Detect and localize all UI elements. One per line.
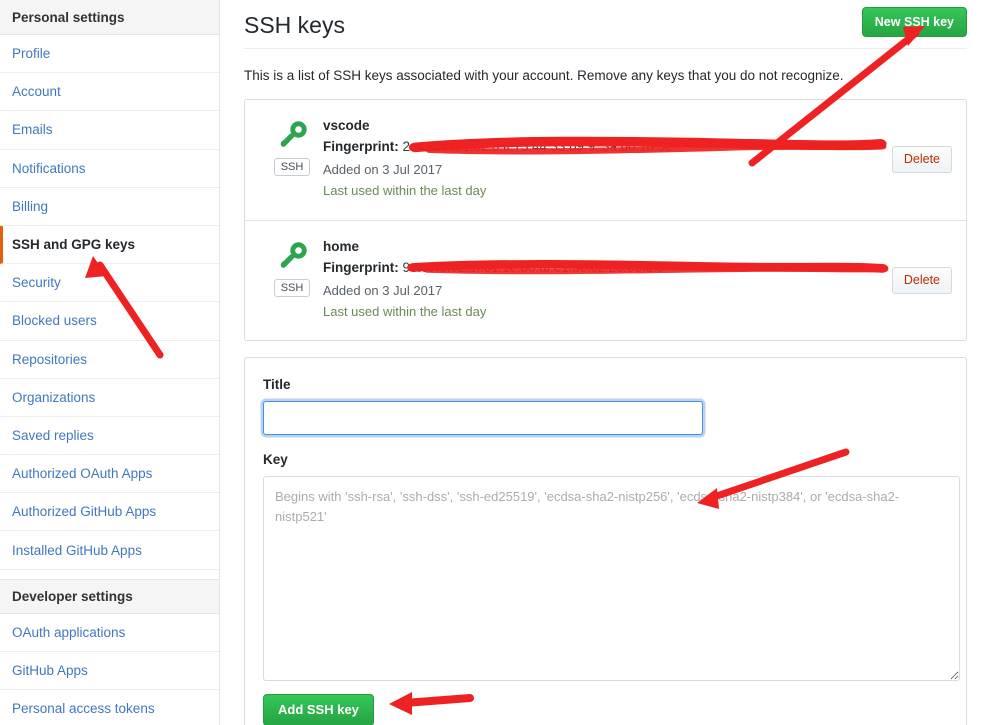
- sidebar-item-blocked-users[interactable]: Blocked users: [0, 302, 219, 341]
- sidebar-item-label: Notifications: [12, 160, 86, 176]
- sidebar-item-label: Emails: [12, 122, 53, 138]
- key-textarea[interactable]: [263, 476, 960, 681]
- sidebar-item-personal-access-tokens[interactable]: Personal access tokens: [0, 690, 219, 725]
- delete-ssh-key-button[interactable]: Delete: [891, 267, 952, 294]
- fingerprint-label: Fingerprint:: [323, 139, 399, 154]
- page-header: SSH keys New SSH key: [244, 0, 967, 49]
- ssh-key-last-used: Last used within the last day: [323, 304, 487, 319]
- sidebar-item-label: OAuth applications: [12, 624, 126, 640]
- sidebar-group-header-personal-settings: Personal settings: [0, 0, 219, 35]
- sidebar-item-authorized-oauth-apps[interactable]: Authorized OAuth Apps: [0, 455, 219, 494]
- add-ssh-key-form: Title Key Add SSH key: [244, 357, 967, 725]
- sidebar-item-label: Personal access tokens: [12, 701, 155, 717]
- ssh-key-row: SSH vscode Fingerprint: 2a:xx:xx:01:02:0…: [245, 100, 966, 220]
- add-ssh-key-button[interactable]: Add SSH key: [263, 694, 374, 725]
- ssh-keys-list: SSH vscode Fingerprint: 2a:xx:xx:01:02:0…: [244, 99, 967, 341]
- sidebar-item-label: SSH and GPG keys: [12, 237, 136, 253]
- key-field-label: Key: [263, 452, 288, 467]
- sidebar-item-saved-replies[interactable]: Saved replies: [0, 416, 219, 456]
- sidebar-item-security[interactable]: Security: [0, 264, 219, 303]
- fingerprint-value: 2a:xx:xx:01:02:0:ff:73:44:33:b9:9::3a:d0…: [402, 139, 673, 154]
- ssh-key-fingerprint-line: Fingerprint: 2a:xx:xx:01:02:0:ff:73:44:3…: [323, 136, 892, 157]
- ssh-key-details: vscode Fingerprint: 2a:xx:xx:01:02:0:ff:…: [323, 114, 892, 206]
- fingerprint-value: 9e:07:5:02:1f:61:1e:80:af:e1:5e:c2:28:06…: [402, 260, 664, 275]
- sidebar-item-label: Installed GitHub Apps: [12, 542, 142, 558]
- sidebar-item-label: Billing: [12, 198, 49, 214]
- key-icon: [280, 242, 307, 268]
- sidebar-item-label: Account: [12, 84, 61, 100]
- delete-ssh-key-button[interactable]: Delete: [891, 146, 952, 173]
- sidebar-group-header-developer-settings: Developer settings: [0, 578, 219, 614]
- sidebar-item-billing[interactable]: Billing: [0, 187, 219, 226]
- sidebar-item-label: Authorized GitHub Apps: [12, 504, 157, 520]
- sidebar-item-installed-github-apps[interactable]: Installed GitHub Apps: [0, 531, 219, 570]
- title-input[interactable]: [263, 401, 703, 435]
- ssh-key-name: home: [323, 239, 360, 254]
- intro-description: This is a list of SSH keys associated wi…: [244, 68, 844, 83]
- sidebar-item-label: Authorized OAuth Apps: [12, 466, 153, 482]
- sidebar-item-repositories[interactable]: Repositories: [0, 340, 219, 379]
- key-icon: [280, 121, 307, 147]
- ssh-key-icon-column: SSH: [261, 235, 323, 326]
- ssh-key-fingerprint-line: Fingerprint: 9e:07:5:02:1f:61:1e:80:af:e…: [323, 257, 892, 278]
- ssh-keys-settings-page: Personal settings Profile Account Emails…: [0, 0, 989, 725]
- title-field-label: Title: [263, 377, 291, 392]
- sidebar-item-profile[interactable]: Profile: [0, 35, 219, 74]
- settings-sidebar: Personal settings Profile Account Emails…: [0, 0, 220, 725]
- sidebar-item-label: Profile: [12, 46, 51, 62]
- sidebar-item-notifications[interactable]: Notifications: [0, 149, 219, 188]
- ssh-key-icon-column: SSH: [261, 114, 323, 206]
- ssh-key-added-date: Added on 3 Jul 2017: [323, 283, 443, 298]
- sidebar-item-label: Saved replies: [12, 427, 94, 443]
- ssh-key-details: home Fingerprint: 9e:07:5:02:1f:61:1e:80…: [323, 235, 892, 326]
- ssh-key-name: vscode: [323, 118, 370, 133]
- fingerprint-label: Fingerprint:: [323, 260, 399, 275]
- ssh-key-type-badge: SSH: [273, 158, 311, 176]
- sidebar-item-oauth-applications[interactable]: OAuth applications: [0, 613, 219, 652]
- sidebar-item-organizations[interactable]: Organizations: [0, 378, 219, 417]
- sidebar-item-github-apps[interactable]: GitHub Apps: [0, 651, 219, 690]
- sidebar-group-divider: [0, 569, 219, 579]
- main-content: SSH keys New SSH key This is a list of S…: [220, 0, 989, 725]
- sidebar-item-account[interactable]: Account: [0, 73, 219, 112]
- ssh-key-last-used: Last used within the last day: [323, 183, 487, 198]
- ssh-key-type-badge: SSH: [273, 279, 311, 297]
- sidebar-item-authorized-github-apps[interactable]: Authorized GitHub Apps: [0, 493, 219, 532]
- ssh-key-added-date: Added on 3 Jul 2017: [323, 162, 443, 177]
- ssh-key-row: SSH home Fingerprint: 9e:07:5:02:1f:61:1…: [245, 220, 966, 340]
- sidebar-item-label: Repositories: [12, 351, 88, 367]
- sidebar-item-label: Security: [12, 275, 61, 291]
- sidebar-item-ssh-and-gpg-keys[interactable]: SSH and GPG keys: [0, 225, 219, 265]
- form-field-spacer: [263, 435, 948, 451]
- sidebar-item-label: Blocked users: [12, 313, 97, 329]
- sidebar-item-label: Organizations: [12, 389, 96, 405]
- sidebar-item-emails[interactable]: Emails: [0, 111, 219, 150]
- sidebar-item-label: GitHub Apps: [12, 662, 88, 678]
- page-title: SSH keys: [244, 12, 345, 38]
- new-ssh-key-button[interactable]: New SSH key: [861, 7, 967, 37]
